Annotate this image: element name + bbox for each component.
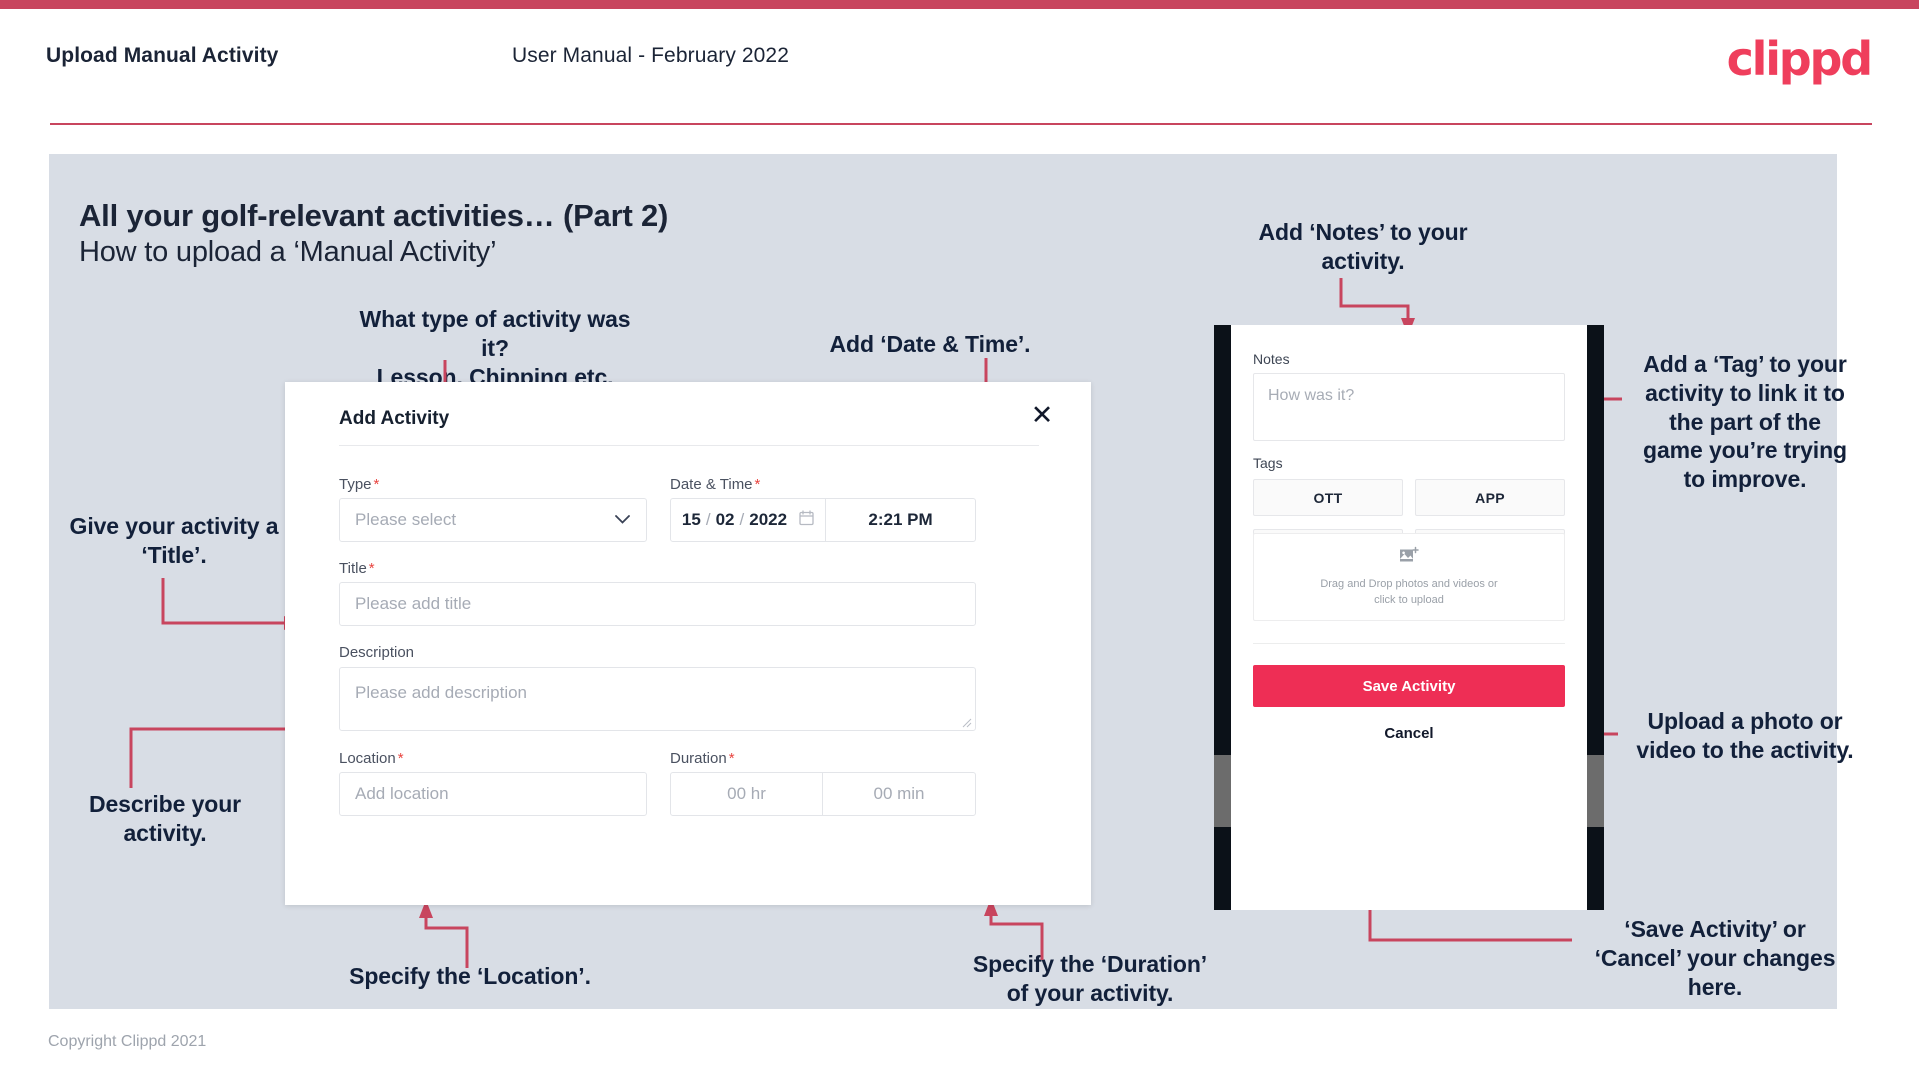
annotation-tags: Add a ‘Tag’ to your activity to link it … [1643,351,1847,492]
clippd-logo: clippd [1726,32,1874,86]
title-placeholder: Please add title [355,594,472,613]
tags-label: Tags [1253,455,1283,471]
annotation-notes: Add ‘Notes’ to your activity. [1258,219,1468,274]
datetime-field: 15 / 02 / 2022 2:21 PM [670,498,976,542]
notes-input[interactable]: How was it? [1253,373,1565,441]
description-label: Description [339,644,416,661]
slide-page: Upload Manual Activity User Manual - Feb… [0,0,1919,1079]
annotation-save-cancel: ‘Save Activity’ or ‘Cancel’ your changes… [1594,916,1836,1000]
calendar-icon[interactable] [799,509,814,531]
duration-field: 00 hr 00 min [670,772,976,816]
description-placeholder: Please add description [355,683,528,702]
arrow-duration [980,898,1050,968]
datetime-label-text: Date & Time [670,476,753,493]
header-title: Upload Manual Activity [46,44,279,67]
datetime-label: Date & Time * [670,476,760,493]
add-activity-dialog: Add Activity ✕ Type * Please select Date … [285,382,1091,905]
type-placeholder: Please select [355,510,457,529]
phone-divider [1253,643,1565,644]
notes-label: Notes [1253,351,1290,367]
phone-mockup: Notes How was it? Tags OTT APP ARG PUTT … [1214,325,1604,910]
date-day: 15 [681,510,701,529]
type-label: Type * [339,476,379,493]
location-label-text: Location [339,750,396,767]
slide-title: All your golf-relevant activities… (Part… [79,198,669,233]
location-label: Location * [339,750,404,767]
annotation-title: Give your activity a ‘Title’. [69,513,279,568]
close-icon[interactable]: ✕ [1027,400,1057,430]
annotation-upload: Upload a photo or video to the activity. [1636,708,1854,763]
slide-subtitle: How to upload a ‘Manual Activity’ [79,236,497,268]
datetime-required-marker: * [754,476,761,493]
dialog-header: Add Activity ✕ [285,382,1091,444]
duration-label: Duration * [670,750,735,767]
duration-required-marker: * [728,750,735,767]
type-label-text: Type [339,476,372,493]
type-select[interactable]: Please select [339,498,647,542]
date-month: 02 [715,510,735,529]
tag-button-ott[interactable]: OTT [1253,479,1403,516]
location-required-marker: * [397,750,404,767]
title-label-text: Title [339,560,367,577]
title-input[interactable]: Please add title [339,582,976,626]
duration-minutes-input[interactable]: 00 min [823,773,975,815]
phone-screen: Notes How was it? Tags OTT APP ARG PUTT … [1231,325,1587,910]
photo-upload-dropzone[interactable]: Drag and Drop photos and videos or click… [1253,533,1565,621]
duration-label-text: Duration [670,750,727,767]
time-input[interactable]: 2:21 PM [826,499,975,541]
cancel-button[interactable]: Cancel [1231,725,1587,742]
tag-button-app[interactable]: APP [1415,479,1565,516]
annotation-datetime: Add ‘Date & Time’. [829,331,1031,357]
top-accent-bar [0,0,1919,9]
save-activity-button[interactable]: Save Activity [1253,665,1565,707]
header-divider [50,123,1872,125]
upload-hint-line1: Drag and Drop photos and videos or [1320,577,1498,590]
chevron-down-icon [615,511,630,529]
date-input[interactable]: 15 / 02 / 2022 [671,499,826,541]
resize-grip-icon[interactable] [962,718,972,728]
phone-button-right [1587,755,1604,827]
add-image-icon [1399,546,1420,570]
phone-button-left [1214,755,1231,827]
arrow-location [415,900,475,970]
date-separator-1: / [705,510,711,529]
description-textarea[interactable]: Please add description [339,667,976,731]
footer-copyright: Copyright Clippd 2021 [48,1033,207,1050]
title-label: Title * [339,560,375,577]
location-input[interactable]: Add location [339,772,647,816]
type-required-marker: * [373,476,380,493]
title-required-marker: * [368,560,375,577]
dialog-divider [339,445,1039,446]
header-subtitle: User Manual - February 2022 [512,44,789,67]
dialog-title: Add Activity [339,408,450,429]
upload-hint-line2: click to upload [1374,593,1444,606]
location-placeholder: Add location [355,784,449,803]
annotation-description: Describe your activity. [88,791,242,846]
description-label-text: Description [339,644,415,661]
notes-placeholder: How was it? [1268,387,1355,404]
description-required-marker [414,644,416,661]
date-separator-2: / [739,510,745,529]
duration-hours-input[interactable]: 00 hr [671,773,823,815]
date-year: 2022 [749,510,788,529]
